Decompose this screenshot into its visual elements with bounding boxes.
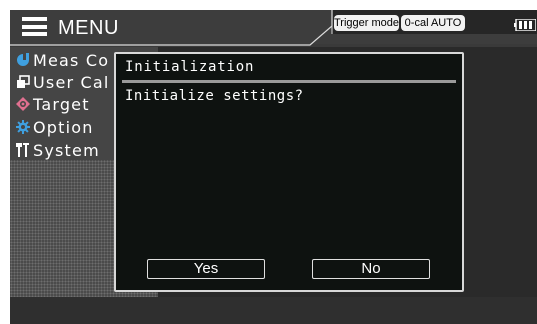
yes-button[interactable]: Yes	[147, 259, 265, 279]
sidebar-item-meas-conditions[interactable]: Meas Co	[16, 51, 109, 71]
dialog-title: Initialization	[125, 59, 255, 75]
tools-icon	[16, 143, 29, 157]
battery-icon	[514, 19, 536, 31]
gear-icon	[16, 120, 30, 134]
device-screen: MENU Trigger mode 0-cal AUTO Meas Co Use…	[10, 10, 537, 324]
sidebar-item-label: User Cal	[33, 73, 110, 92]
meas-conditions-icon	[17, 53, 29, 66]
sidebar-item-label: Target	[33, 95, 90, 114]
trigger-mode-badge: Trigger mode	[334, 15, 400, 31]
target-icon	[16, 97, 30, 111]
menu-title[interactable]: MENU	[58, 17, 119, 40]
sidebar-item-label: System	[33, 141, 100, 160]
footer-strip	[10, 297, 537, 324]
menu-icon[interactable]	[22, 17, 47, 36]
sidebar-item-user-cal[interactable]: User Cal	[16, 73, 110, 93]
sidebar-item-system[interactable]: System	[16, 141, 100, 161]
zero-cal-badge: 0-cal AUTO	[401, 15, 465, 31]
dialog-divider	[122, 80, 456, 83]
initialization-dialog: Initialization Initialize settings? Yes …	[114, 52, 464, 292]
sidebar-item-option[interactable]: Option	[16, 118, 94, 138]
sidebar-item-target[interactable]: Target	[16, 95, 90, 115]
dialog-message: Initialize settings?	[125, 88, 304, 104]
no-button[interactable]: No	[312, 259, 430, 279]
sidebar-item-label: Option	[33, 118, 94, 137]
user-cal-icon	[17, 75, 30, 88]
sidebar-item-label: Meas Co	[33, 51, 110, 70]
